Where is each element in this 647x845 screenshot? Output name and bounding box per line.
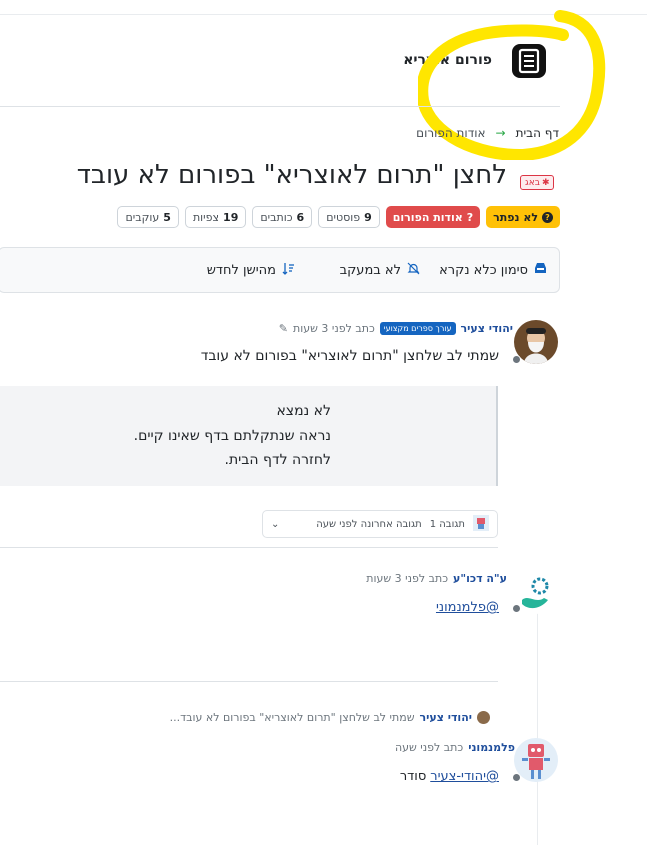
avatar — [477, 711, 490, 724]
post-divider — [0, 681, 498, 682]
edit-icon: ✎ — [278, 322, 288, 335]
post-timestamp[interactable]: כתב לפני 3 שעות — [293, 322, 375, 335]
bug-badge-label: באג — [525, 177, 540, 188]
reply-to[interactable]: יהודי צעיר שמתי לב שלחצן "תרום לאוצריא" … — [170, 711, 490, 724]
views-count: 19 — [223, 210, 239, 224]
post-body-text: סודר — [399, 769, 427, 784]
question-icon: ? — [466, 210, 474, 224]
reply-to-author[interactable]: יהודי צעיר — [420, 711, 472, 724]
writers-stat: 6 כותבים — [252, 206, 313, 228]
followers-count: 5 — [163, 210, 171, 224]
followers-stat: 5 עוקבים — [117, 206, 179, 228]
topic-tags: ? לא נפתר ? אודות הפורום 9 פוסטים 6 כותב… — [117, 206, 560, 228]
topic-title: לחצן "תרום לאוצריא" בפורום לא עובד — [76, 160, 507, 190]
arrow-icon: → — [495, 126, 506, 140]
writers-label: כותבים — [260, 210, 293, 224]
bug-badge[interactable]: באג ✱ — [520, 175, 555, 190]
breadcrumb-current: אודות הפורום — [416, 126, 486, 140]
timeline — [537, 590, 538, 845]
post-timestamp[interactable]: כתב לפני שעה — [395, 741, 463, 754]
mark-unread-label: סימון כלא נקרא — [439, 262, 528, 278]
writers-count: 6 — [296, 210, 305, 224]
unsolved-label: לא נפתר — [493, 210, 538, 224]
sort-button[interactable]: מהישן לחדש — [207, 262, 295, 279]
quote-line: לחזרה לדף הבית. — [224, 452, 331, 468]
views-stat: 19 צפיות — [184, 206, 247, 228]
group-badge[interactable]: עורך ספרים מקצועי — [379, 322, 456, 335]
reply-to-excerpt: שמתי לב שלחצן "תרום לאוצריא" בפורום לא ע… — [169, 711, 415, 724]
question-circle-icon: ? — [542, 211, 553, 223]
status-dot — [512, 773, 521, 782]
last-reply-time: תגובה אחרונה לפני שעה — [316, 518, 422, 530]
mention-link[interactable]: @פלמנמוני — [436, 600, 499, 615]
post-text: @יהודי-צעיר סודר — [400, 769, 499, 784]
bell-slash-icon — [407, 262, 420, 279]
watch-label: לא במעקב — [339, 263, 401, 278]
unsolved-tag[interactable]: ? לא נפתר — [486, 206, 560, 228]
header-divider — [0, 106, 560, 107]
post-author[interactable]: ע"ה דכו"ע — [453, 572, 507, 585]
post-quote: לא נמצא נראה שנתקלתם בדף שאינו קיים. לחז… — [0, 386, 498, 486]
quote-line: לא נמצא — [276, 403, 331, 419]
post-header: ע"ה דכו"ע כתב לפני 3 שעות — [366, 572, 507, 585]
post-timestamp[interactable]: כתב לפני 3 שעות — [366, 572, 448, 585]
category-label: אודות הפורום — [392, 210, 463, 224]
robot-avatar-icon — [473, 514, 489, 534]
inbox-icon — [534, 262, 547, 278]
posts-label: פוסטים — [326, 210, 361, 224]
status-dot — [512, 355, 521, 364]
watch-button[interactable]: לא במעקב — [340, 262, 420, 279]
post-author[interactable]: פלמנמוני — [468, 741, 515, 754]
category-tag[interactable]: ? אודות הפורום — [385, 206, 481, 228]
posts-stat: 9 פוסטים — [318, 206, 380, 228]
post-author[interactable]: יהודי צעיר — [461, 322, 513, 335]
followers-label: עוקבים — [125, 210, 160, 224]
mention-link[interactable]: @יהודי-צעיר — [430, 769, 499, 784]
views-label: צפיות — [192, 210, 220, 224]
breadcrumb-home[interactable]: דף הבית — [516, 126, 559, 140]
topic-toolbar: סימון כלא נקרא לא במעקב מהישן לחדש — [0, 247, 560, 293]
bug-icon: ✱ — [541, 177, 550, 188]
post-text: @פלמנמוני — [436, 600, 499, 615]
post-divider — [0, 547, 498, 548]
mark-unread-button[interactable]: סימון כלא נקרא — [439, 262, 547, 278]
post-header: יהודי צעיר עורך ספרים מקצועי כתב לפני 3 … — [279, 322, 513, 335]
sort-label: מהישן לחדש — [206, 263, 276, 278]
chevron-down-icon: ⌄ — [271, 518, 280, 530]
post-header: פלמנמוני כתב לפני שעה — [395, 741, 515, 754]
replies-toggle[interactable]: תגובה 1 תגובה אחרונה לפני שעה ⌄ — [262, 510, 498, 538]
sort-icon — [282, 262, 295, 279]
posts-count: 9 — [364, 210, 372, 224]
status-dot — [512, 604, 521, 613]
post-text: שמתי לב שלחצן "תרום לאוצריא" בפורום לא ע… — [200, 348, 499, 364]
quote-line: נראה שנתקלתם בדף שאינו קיים. — [133, 428, 331, 444]
replies-count: תגובה 1 — [429, 518, 465, 530]
breadcrumb: אודות הפורום → דף הבית — [416, 126, 559, 140]
